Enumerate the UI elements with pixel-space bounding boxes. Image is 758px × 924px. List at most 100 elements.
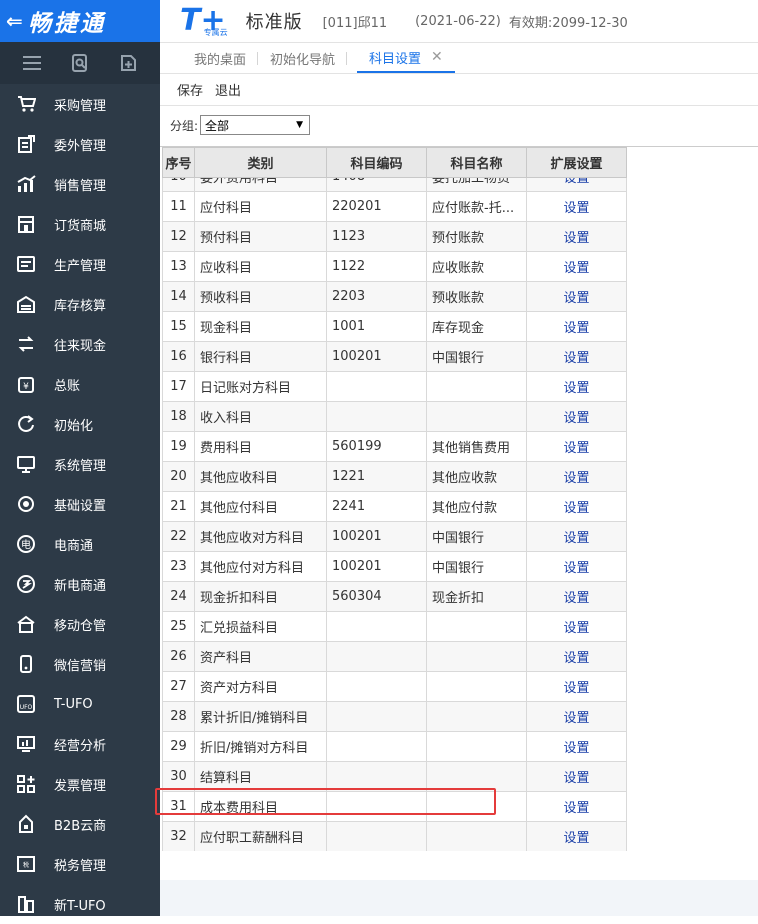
setup-link[interactable]: 设置: [526, 431, 627, 462]
toolbar: 保存 退出: [160, 74, 758, 106]
table-row[interactable]: 12 预付科目 1123 预付账款 设置: [162, 221, 627, 252]
setup-link[interactable]: 设置: [526, 177, 627, 192]
table-row[interactable]: 32 应付职工薪酬科目 设置: [162, 821, 627, 851]
sidebar-item-11[interactable]: 电 电商通: [0, 524, 160, 564]
svg-text:电: 电: [21, 538, 31, 551]
setup-link[interactable]: 设置: [526, 461, 627, 492]
cell-name: 预收账款: [426, 281, 527, 312]
sidebar-item-19[interactable]: 税 税务管理: [0, 844, 160, 884]
table-row[interactable]: 18 收入科目 设置: [162, 401, 627, 432]
cell-category: 成本费用科目: [194, 791, 327, 822]
col-header-code[interactable]: 科目编码: [326, 147, 427, 178]
table-row[interactable]: 30 结算科目 设置: [162, 761, 627, 792]
table-row[interactable]: 23 其他应付对方科目 100201 中国银行 设置: [162, 551, 627, 582]
table-row[interactable]: 14 预收科目 2203 预收账款 设置: [162, 281, 627, 312]
sidebar-item-7[interactable]: ¥ 总账: [0, 364, 160, 404]
cell-name: [426, 641, 527, 672]
table-row[interactable]: 13 应收科目 1122 应收账款 设置: [162, 251, 627, 282]
table-row[interactable]: 29 折旧/摊销对方科目 设置: [162, 731, 627, 762]
setup-link[interactable]: 设置: [526, 521, 627, 552]
setup-link[interactable]: 设置: [526, 371, 627, 402]
sidebar-item-5[interactable]: 库存核算: [0, 284, 160, 324]
table-row[interactable]: 20 其他应收科目 1221 其他应收款 设置: [162, 461, 627, 492]
settings-icon: [13, 491, 39, 517]
table-row[interactable]: 26 资产科目 设置: [162, 641, 627, 672]
setup-link[interactable]: 设置: [526, 731, 627, 762]
sidebar-item-0[interactable]: 采购管理: [0, 84, 160, 124]
sidebar-item-13[interactable]: 移动仓管: [0, 604, 160, 644]
setup-link[interactable]: 设置: [526, 191, 627, 222]
account-label[interactable]: [011]邱11: [323, 12, 388, 31]
sidebar-item-label: 新T-UFO: [54, 898, 106, 914]
tab-subject-settings[interactable]: 科目设置 ✕: [357, 43, 455, 73]
save-button[interactable]: 保存: [177, 80, 203, 99]
sidebar-item-14[interactable]: 微信营销: [0, 644, 160, 684]
setup-link[interactable]: 设置: [526, 491, 627, 522]
table-row[interactable]: 15 现金科目 1001 库存现金 设置: [162, 311, 627, 342]
table-row[interactable]: 19 费用科目 560199 其他销售费用 设置: [162, 431, 627, 462]
add-page-icon[interactable]: [115, 50, 141, 76]
table-row[interactable]: 11 应付科目 220201 应付账款-托... 设置: [162, 191, 627, 222]
menu-icon[interactable]: [19, 50, 45, 76]
sidebar-item-18[interactable]: B2B云商: [0, 804, 160, 844]
table-row[interactable]: 27 资产对方科目 设置: [162, 671, 627, 702]
setup-link[interactable]: 设置: [526, 611, 627, 642]
setup-link[interactable]: 设置: [526, 701, 627, 732]
grid-body[interactable]: 10委外费用科目1408委托加工物资设置11应付科目220201应付账款-托..…: [160, 177, 630, 851]
sidebar-item-15[interactable]: UFO T-UFO: [0, 684, 160, 724]
setup-link[interactable]: 设置: [526, 671, 627, 702]
col-header-ext[interactable]: 扩展设置: [526, 147, 627, 178]
sidebar-item-8[interactable]: 初始化: [0, 404, 160, 444]
setup-link[interactable]: 设置: [526, 281, 627, 312]
cell-category: 其他应付对方科目: [194, 551, 327, 582]
sidebar-item-4[interactable]: 生产管理: [0, 244, 160, 284]
back-arrow-icon[interactable]: ⇐: [6, 9, 28, 33]
table-row[interactable]: 21 其他应付科目 2241 其他应付款 设置: [162, 491, 627, 522]
table-row[interactable]: 28 累计折旧/摊销科目 设置: [162, 701, 627, 732]
table-row[interactable]: 16 银行科目 100201 中国银行 设置: [162, 341, 627, 372]
tab-my-desktop[interactable]: 我的桌面: [182, 43, 259, 73]
cell-category: 资产对方科目: [194, 671, 327, 702]
setup-link[interactable]: 设置: [526, 641, 627, 672]
sidebar-item-label: 初始化: [54, 418, 94, 434]
cell-category: 折旧/摊销对方科目: [194, 731, 327, 762]
table-row[interactable]: 31 成本费用科目 设置: [162, 791, 627, 822]
cell-no: 31: [162, 791, 195, 822]
search-doc-icon[interactable]: [67, 50, 93, 76]
table-row[interactable]: 25 汇兑损益科目 设置: [162, 611, 627, 642]
table-row[interactable]: 22 其他应收对方科目 100201 中国银行 设置: [162, 521, 627, 552]
setup-link[interactable]: 设置: [526, 311, 627, 342]
sidebar-item-20[interactable]: 新T-UFO: [0, 884, 160, 924]
sidebar-item-6[interactable]: 往来现金: [0, 324, 160, 364]
close-icon[interactable]: ✕: [431, 49, 443, 65]
sidebar-item-16[interactable]: 经营分析: [0, 724, 160, 764]
group-select[interactable]: 全部 ▼: [200, 115, 311, 135]
sidebar-item-3[interactable]: 订货商城: [0, 204, 160, 244]
table-row[interactable]: 10委外费用科目1408委托加工物资设置: [162, 177, 627, 192]
setup-link[interactable]: 设置: [526, 251, 627, 282]
table-row[interactable]: 24 现金折扣科目 560304 现金折扣 设置: [162, 581, 627, 612]
sidebar-item-10[interactable]: 基础设置: [0, 484, 160, 524]
new-ecommerce-icon: [13, 571, 39, 597]
sidebar-item-2[interactable]: 销售管理: [0, 164, 160, 204]
col-header-category[interactable]: 类别: [194, 147, 327, 178]
setup-link[interactable]: 设置: [526, 581, 627, 612]
brand-name: 畅捷通: [28, 11, 106, 37]
sidebar-item-12[interactable]: 新电商通: [0, 564, 160, 604]
setup-link[interactable]: 设置: [526, 401, 627, 432]
setup-link[interactable]: 设置: [526, 221, 627, 252]
warehouse-icon: [13, 291, 39, 317]
sidebar-item-17[interactable]: 发票管理: [0, 764, 160, 804]
setup-link[interactable]: 设置: [526, 821, 627, 851]
table-row[interactable]: 17 日记账对方科目 设置: [162, 371, 627, 402]
setup-link[interactable]: 设置: [526, 761, 627, 792]
exit-button[interactable]: 退出: [215, 80, 241, 99]
setup-link[interactable]: 设置: [526, 551, 627, 582]
sidebar-item-9[interactable]: 系统管理: [0, 444, 160, 484]
col-header-name[interactable]: 科目名称: [426, 147, 527, 178]
tab-init-nav[interactable]: 初始化导航: [258, 43, 348, 73]
setup-link[interactable]: 设置: [526, 341, 627, 372]
sidebar-item-1[interactable]: 委外管理: [0, 124, 160, 164]
col-header-no[interactable]: 序号: [162, 147, 195, 178]
setup-link[interactable]: 设置: [526, 791, 627, 822]
